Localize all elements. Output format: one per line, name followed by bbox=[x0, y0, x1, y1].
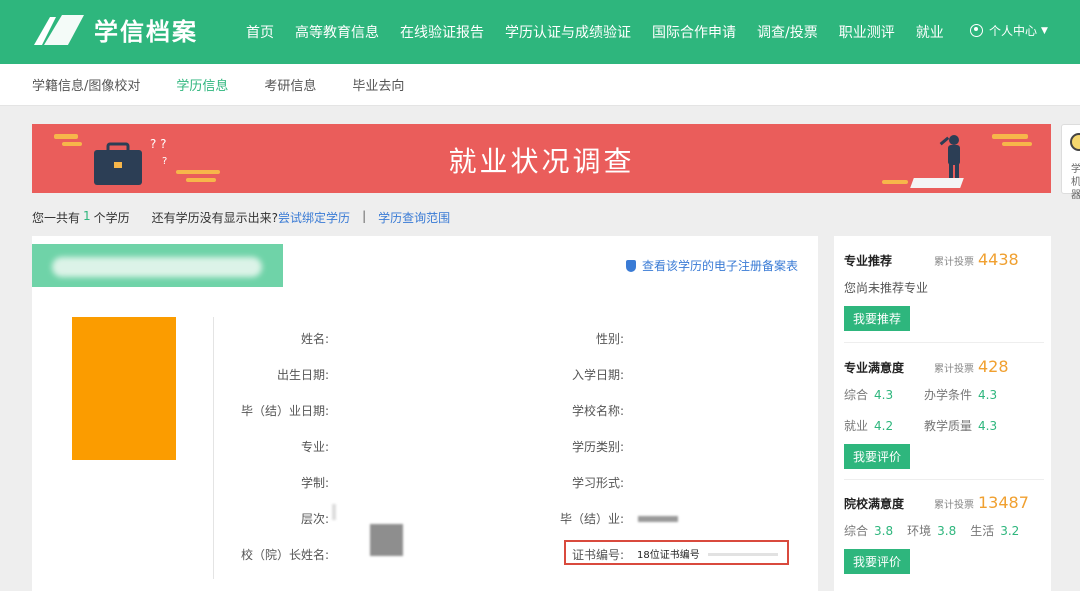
info-suffix: 个学历 bbox=[93, 211, 130, 225]
major-satisfaction-stats: 综合 4.3 办学条件 4.3 就业 4.2 教学质量 4.3 bbox=[844, 386, 1044, 434]
label-major: 专业: bbox=[300, 440, 329, 454]
stat-environment: 环境 3.8 bbox=[907, 524, 957, 538]
info-separator: | bbox=[362, 209, 367, 223]
stat-life: 生活 3.2 bbox=[970, 524, 1020, 538]
rate-school-button[interactable]: 我要评价 bbox=[844, 549, 911, 574]
section-divider bbox=[844, 342, 1044, 343]
stat-facilities: 办学条件 4.3 bbox=[924, 388, 998, 402]
stat-overall: 综合 4.3 bbox=[844, 388, 894, 402]
school-satisfaction-vote-count: 13487 bbox=[978, 493, 1029, 512]
stat-school-overall: 综合 3.8 bbox=[844, 524, 894, 538]
info-prefix: 您一共有 bbox=[32, 211, 81, 225]
side-widget-label: 学 bbox=[1071, 164, 1080, 175]
nav-item-career-test[interactable]: 职业测评 bbox=[839, 22, 895, 42]
certificate-redaction bbox=[708, 553, 778, 556]
redacted-value-small bbox=[332, 504, 336, 520]
degree-title-tab[interactable] bbox=[32, 244, 283, 287]
subnav-item-student-status[interactable]: 学籍信息/图像校对 bbox=[32, 75, 140, 94]
major-vote-label: 累计投票 bbox=[934, 257, 974, 268]
nav-item-certification[interactable]: 学历认证与成绩验证 bbox=[505, 22, 631, 42]
user-icon bbox=[970, 24, 983, 37]
degree-count: 1 bbox=[83, 209, 91, 223]
side-help-widget[interactable]: 学 机器 bbox=[1061, 124, 1080, 201]
vote-panel: 专业推荐 累计投票 4438 您尚未推荐专业 我要推荐 专业满意度 累计投票 4… bbox=[834, 236, 1051, 591]
student-photo bbox=[72, 317, 176, 460]
nav-item-employment[interactable]: 就业 bbox=[916, 22, 944, 42]
major-satisfaction-vote-label: 累计投票 bbox=[934, 364, 974, 375]
registration-record-link[interactable]: 查看该学历的电子注册备案表 bbox=[626, 257, 798, 274]
stat-teaching-quality: 教学质量 4.3 bbox=[924, 419, 998, 433]
robot-avatar-icon bbox=[1070, 133, 1080, 151]
degree-count-line: 您一共有 1 个学历 还有学历没有显示出来? 尝试绑定学历 | 学历查询范围 bbox=[32, 209, 450, 226]
banner-title: 就业状况调查 bbox=[448, 145, 635, 178]
nav-item-online-verification[interactable]: 在线验证报告 bbox=[400, 22, 484, 42]
logo-text: 学信档案 bbox=[94, 18, 198, 46]
label-school-name: 学校名称: bbox=[571, 404, 624, 418]
blurred-degree-title bbox=[52, 257, 262, 277]
rate-major-button[interactable]: 我要评价 bbox=[844, 444, 911, 469]
school-satisfaction-section: 院校满意度 累计投票 13487 综合 3.8 环境 3.8 生活 3.2 我要评价 bbox=[844, 493, 1044, 574]
nav-item-home[interactable]: 首页 bbox=[246, 22, 274, 42]
school-satisfaction-vote-label: 累计投票 bbox=[934, 500, 974, 511]
label-degree-type: 学历类别: bbox=[571, 440, 624, 454]
subnav-item-graduate-destination[interactable]: 毕业去向 bbox=[352, 75, 404, 94]
label-president-name: 校（院）长姓名: bbox=[240, 548, 329, 562]
sub-navigation: 学籍信息/图像校对 学历信息 考研信息 毕业去向 bbox=[0, 64, 1080, 106]
label-birth-date: 出生日期: bbox=[276, 368, 329, 382]
nav-item-survey[interactable]: 调查/投票 bbox=[757, 22, 818, 42]
user-center-label: 个人中心 bbox=[989, 24, 1038, 38]
employment-survey-banner[interactable]: ? ? ? 就业状况调查 bbox=[32, 124, 1051, 193]
user-center-menu[interactable]: 个人中心 ▼ bbox=[970, 22, 1048, 39]
major-vote-count: 4438 bbox=[978, 250, 1019, 269]
major-recommend-section: 专业推荐 累计投票 4438 您尚未推荐专业 我要推荐 bbox=[844, 250, 1044, 331]
label-duration: 学制: bbox=[300, 476, 329, 490]
main-nav: 首页 高等教育信息 在线验证报告 学历认证与成绩验证 国际合作申请 调查/投票 … bbox=[246, 0, 965, 64]
school-satisfaction-title: 院校满意度 bbox=[844, 497, 905, 511]
major-satisfaction-title: 专业满意度 bbox=[844, 361, 905, 375]
shield-icon bbox=[626, 259, 636, 272]
label-enrollment-date: 入学日期: bbox=[571, 368, 624, 382]
label-level: 层次: bbox=[300, 512, 329, 526]
label-study-form: 学习形式: bbox=[571, 476, 624, 490]
query-scope-link[interactable]: 学历查询范围 bbox=[378, 209, 450, 226]
side-widget-label-2: 机器 bbox=[1071, 177, 1080, 201]
recommend-major-button[interactable]: 我要推荐 bbox=[844, 306, 911, 331]
redacted-value bbox=[370, 524, 403, 556]
registration-record-label: 查看该学历的电子注册备案表 bbox=[642, 259, 799, 273]
site-logo[interactable]: 学信档案 bbox=[32, 12, 198, 47]
major-satisfaction-vote-count: 428 bbox=[978, 357, 1009, 376]
nav-item-international[interactable]: 国际合作申请 bbox=[652, 22, 736, 42]
top-navigation-bar: 学信档案 首页 高等教育信息 在线验证报告 学历认证与成绩验证 国际合作申请 调… bbox=[0, 0, 1080, 64]
section-divider bbox=[844, 479, 1044, 480]
label-graduation-status: 毕（结）业: bbox=[559, 512, 624, 526]
nav-item-higher-education[interactable]: 高等教育信息 bbox=[295, 22, 379, 42]
redacted-graduation-status bbox=[638, 516, 678, 522]
subnav-item-postgrad-exam[interactable]: 考研信息 bbox=[264, 75, 316, 94]
major-satisfaction-section: 专业满意度 累计投票 428 综合 4.3 办学条件 4.3 就业 4.2 教学质量 4… bbox=[844, 357, 1044, 469]
major-recommend-text: 您尚未推荐专业 bbox=[844, 281, 929, 295]
degree-record-card: 查看该学历的电子注册备案表 姓名: 出生日期: 毕（结）业日期: 专业: 学制:… bbox=[32, 236, 818, 591]
school-satisfaction-stats: 综合 3.8 环境 3.8 生活 3.2 bbox=[844, 522, 1044, 539]
label-graduation-date: 毕（结）业日期: bbox=[240, 404, 329, 418]
label-name: 姓名: bbox=[300, 332, 329, 346]
bind-degree-link[interactable]: 尝试绑定学历 bbox=[278, 209, 350, 226]
label-gender: 性别: bbox=[595, 332, 624, 346]
book-logo-icon bbox=[34, 14, 84, 45]
subnav-item-degree-info[interactable]: 学历信息 bbox=[176, 75, 228, 94]
chevron-down-icon: ▼ bbox=[1041, 25, 1048, 36]
stat-employment: 就业 4.2 bbox=[844, 419, 894, 433]
major-recommend-title: 专业推荐 bbox=[844, 254, 893, 268]
info-question: 还有学历没有显示出来? bbox=[151, 211, 279, 225]
certificate-number-value: 18位证书编号 bbox=[637, 550, 700, 561]
